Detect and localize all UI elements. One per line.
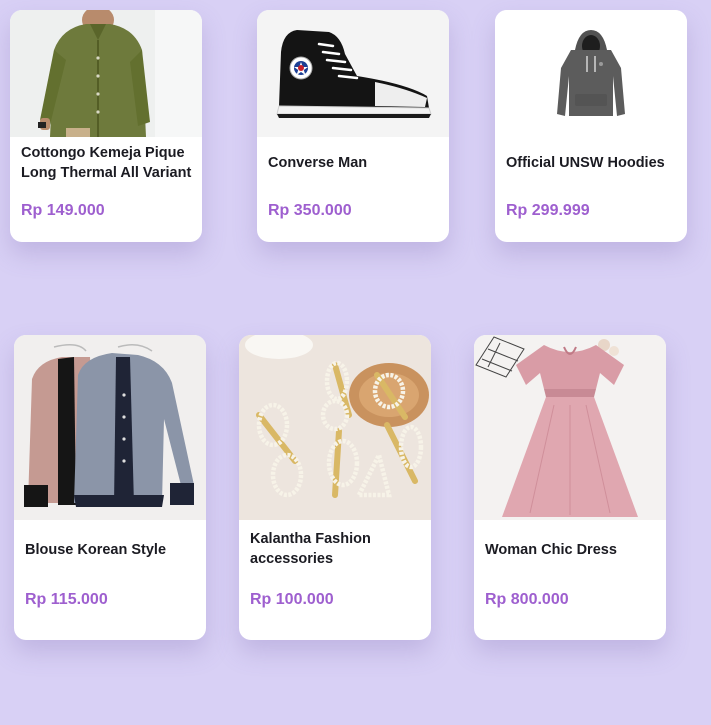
- product-title[interactable]: Woman Chic Dress: [485, 540, 658, 560]
- product-price: Rp 149.000: [21, 202, 105, 219]
- product-title[interactable]: Official UNSW Hoodies: [506, 153, 679, 173]
- product-title[interactable]: Blouse Korean Style: [25, 540, 198, 560]
- product-title[interactable]: Cottongo Kemeja Pique Long Thermal All V…: [21, 143, 194, 183]
- product-image: [495, 10, 687, 137]
- product-card[interactable]: Blouse Korean Style Rp 115.000: [14, 335, 206, 640]
- product-image: [14, 335, 206, 520]
- product-image: [257, 10, 449, 137]
- product-price: Rp 100.000: [250, 591, 334, 608]
- product-image: [474, 335, 666, 520]
- product-image: [10, 10, 202, 137]
- product-title[interactable]: Kalantha Fashion accessories: [250, 529, 423, 569]
- product-price: Rp 115.000: [25, 591, 108, 608]
- product-price: Rp 350.000: [268, 202, 352, 219]
- product-price: Rp 800.000: [485, 591, 569, 608]
- product-card[interactable]: Converse Man Rp 350.000: [257, 10, 449, 242]
- product-image: [239, 335, 431, 520]
- product-card[interactable]: Woman Chic Dress Rp 800.000: [474, 335, 666, 640]
- product-card[interactable]: Cottongo Kemeja Pique Long Thermal All V…: [10, 10, 202, 242]
- product-card[interactable]: Kalantha Fashion accessories Rp 100.000: [239, 335, 431, 640]
- product-price: Rp 299.999: [506, 202, 590, 219]
- product-title[interactable]: Converse Man: [268, 153, 441, 173]
- product-card[interactable]: Official UNSW Hoodies Rp 299.999: [495, 10, 687, 242]
